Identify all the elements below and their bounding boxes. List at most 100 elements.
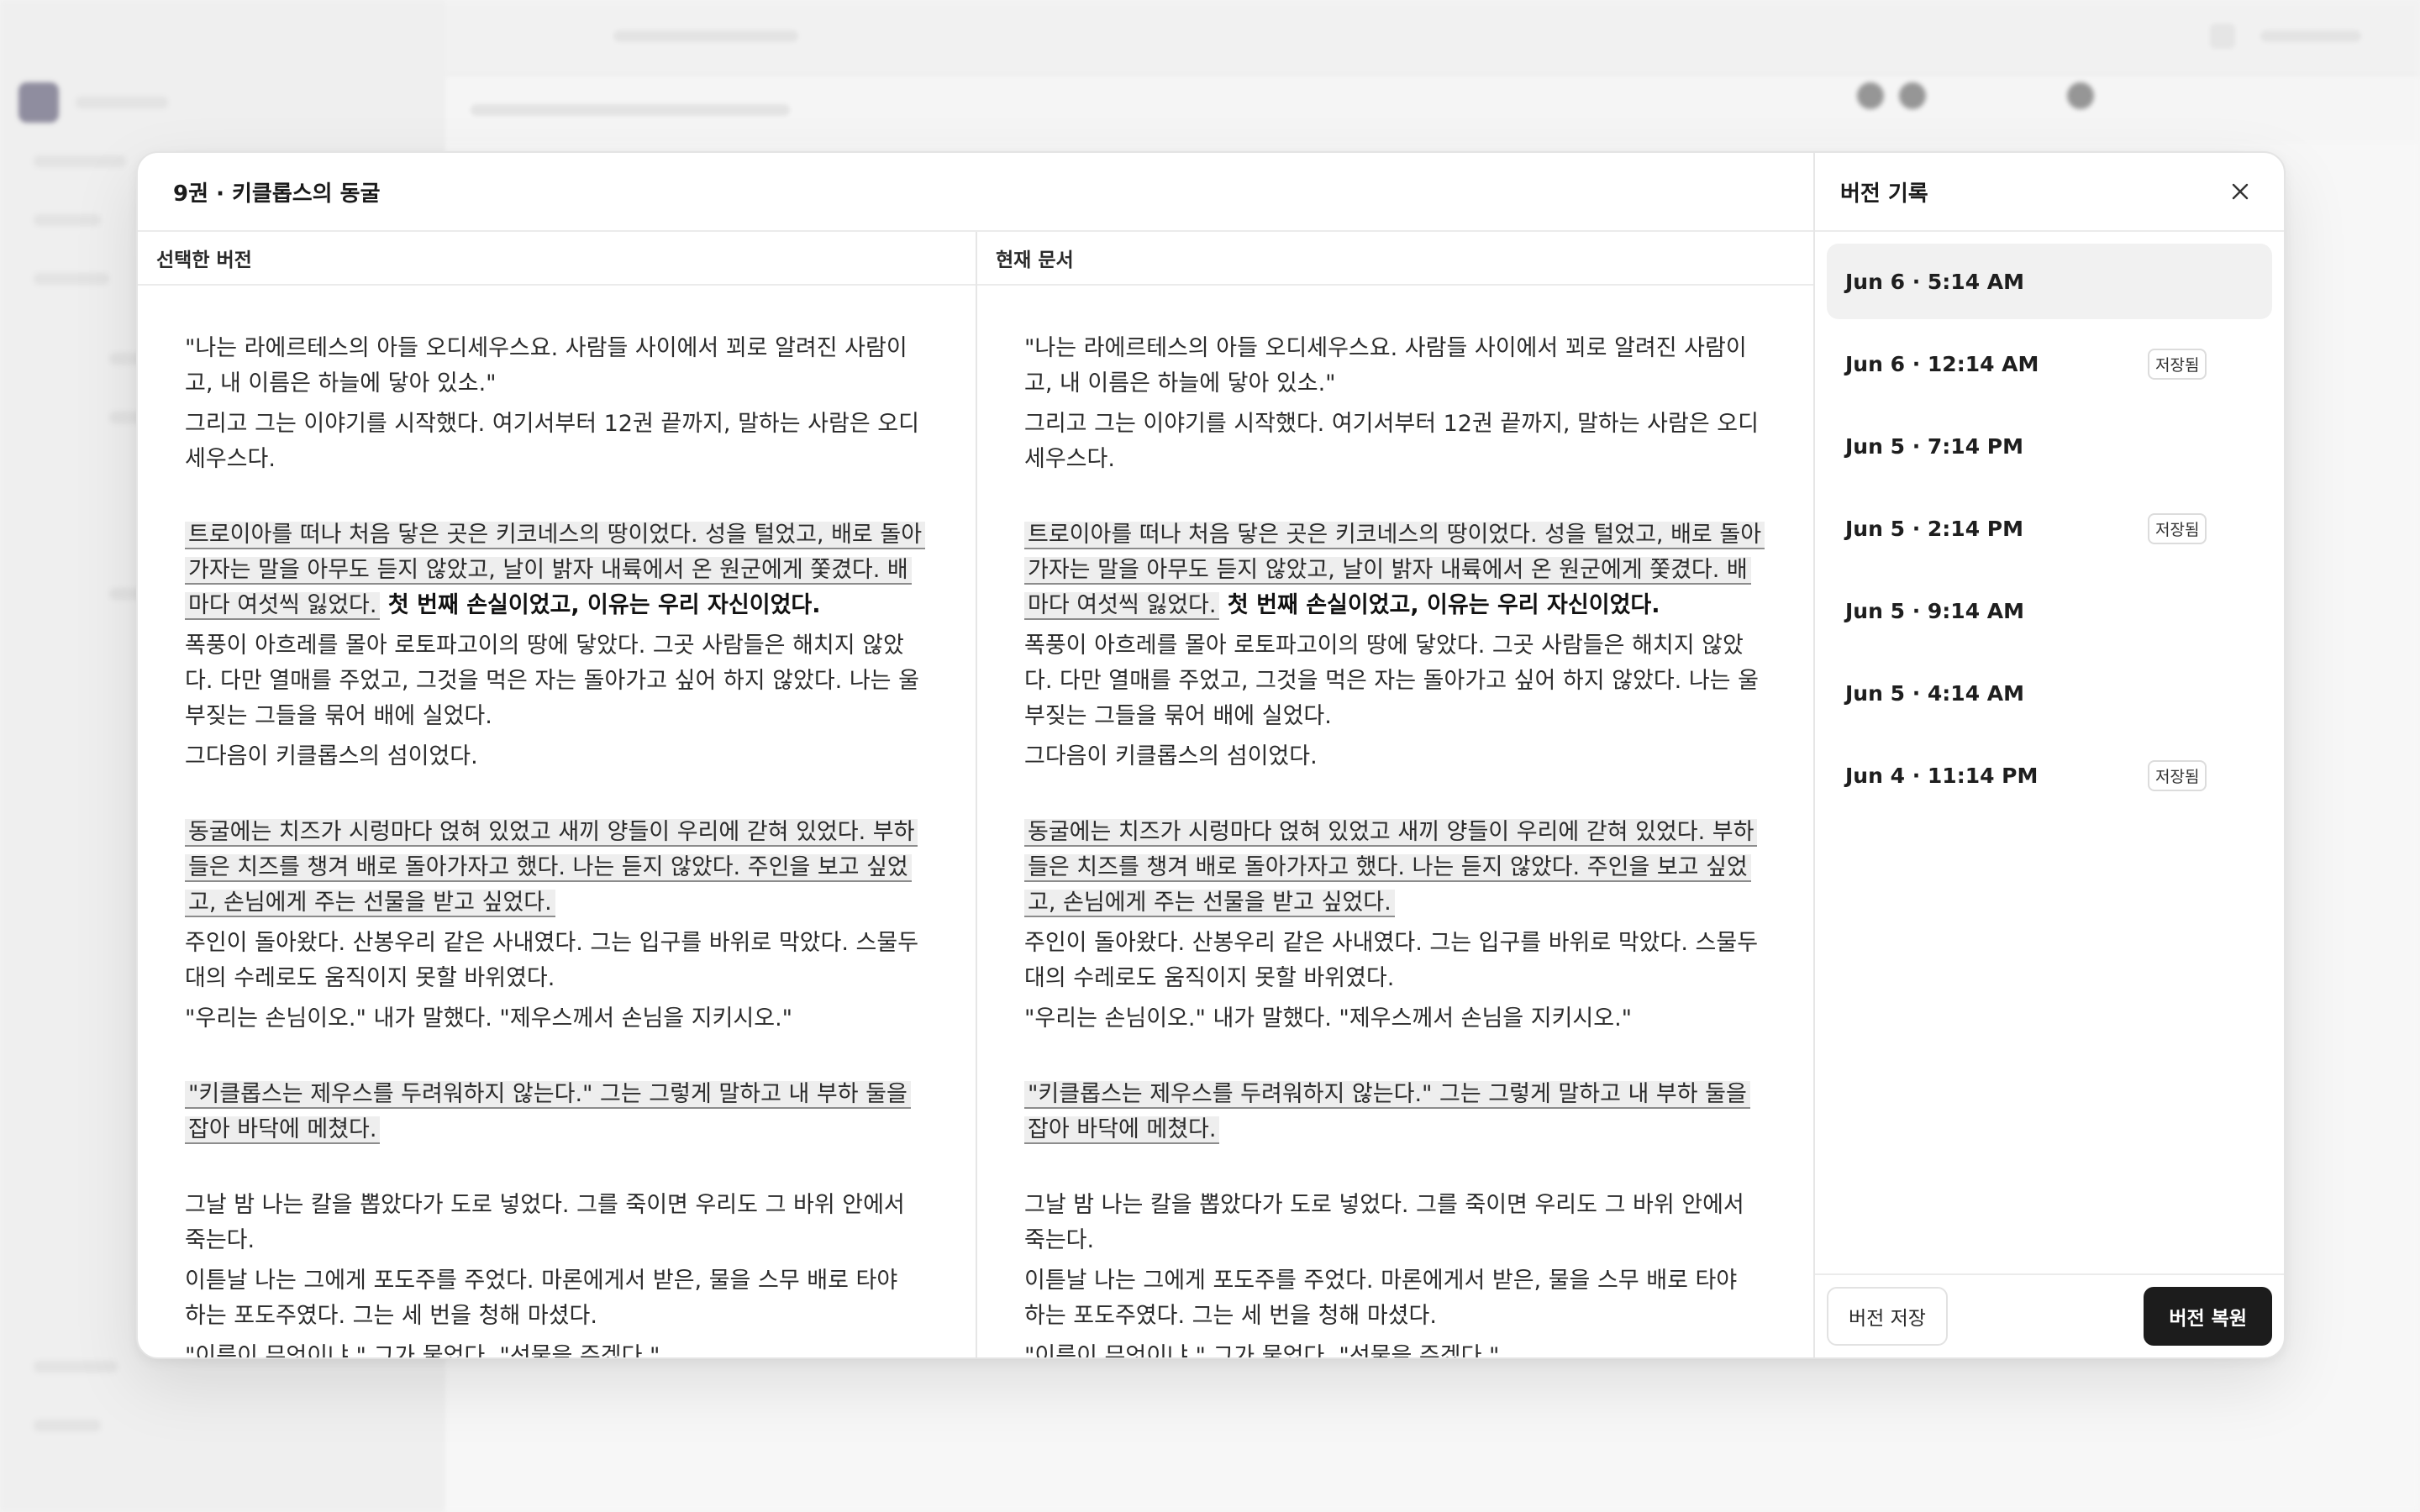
changed-text-highlight: 동굴에는 치즈가 시렁마다 얹혀 있었고 새끼 양들이 우리에 갇혀 있었다. … — [1024, 819, 1758, 917]
paragraph-text: 그리고 그는 이야기를 시작했다. 여기서부터 12권 끝까지, 말하는 사람은… — [1024, 411, 1759, 472]
paragraph-text: 주인이 돌아왔다. 산봉우리 같은 사내였다. 그는 입구를 바위로 막았다. … — [1024, 930, 1759, 991]
version-history-modal: 9권 · 키클롭스의 동굴 선택한 버전 "나는 라에르테스의 아들 오디세우스… — [136, 151, 2286, 1359]
paragraph-text: 그다음이 키클롭스의 섬이었다. — [185, 743, 478, 769]
changed-text-highlight: 동굴에는 치즈가 시렁마다 얹혀 있었고 새끼 양들이 우리에 갇혀 있었다. … — [185, 819, 918, 917]
column-body: "나는 라에르테스의 아들 오디세우스요. 사람들 사이에서 꾀로 알려진 사람… — [977, 286, 1813, 1357]
document-paragraph: "이름이 무엇이냐." 그가 물었다. "선물을 주겠다." — [1024, 1339, 1763, 1357]
saved-badge: 저장됨 — [2148, 348, 2207, 380]
paragraph-text: 그리고 그는 이야기를 시작했다. 여기서부터 12권 끝까지, 말하는 사람은… — [185, 411, 919, 472]
background-line — [613, 30, 798, 42]
close-icon[interactable] — [2222, 173, 2259, 210]
panel-footer: 버전 저장 버전 복원 — [1815, 1273, 2284, 1357]
comparison-pane: 9권 · 키클롭스의 동굴 선택한 버전 "나는 라에르테스의 아들 오디세우스… — [138, 153, 1815, 1357]
version-time: Jun 4 · 11:14 PM — [1845, 763, 2039, 788]
current-document-column: 현재 문서 "나는 라에르테스의 아들 오디세우스요. 사람들 사이에서 꾀로 … — [976, 232, 1813, 1357]
paragraph-text: "우리는 손님이오." 내가 말했다. "제우스께서 손님을 지키시오." — [1024, 1005, 1633, 1032]
document-paragraph: "키클롭스는 제우스를 두려워하지 않는다." 그는 그렇게 말하고 내 부하 … — [1024, 1077, 1763, 1147]
saved-badge: 저장됨 — [2148, 512, 2207, 544]
version-time: Jun 5 · 9:14 AM — [1845, 598, 2025, 623]
document-paragraph: 이튿날 나는 그에게 포도주를 주었다. 마론에게서 받은, 물을 스무 배로 … — [185, 1263, 925, 1334]
document-paragraph: 그날 밤 나는 칼을 뽑았다가 도로 넣었다. 그를 죽이면 우리도 그 바위 … — [1024, 1188, 1763, 1258]
document-paragraph: 이튿날 나는 그에게 포도주를 주었다. 마론에게서 받은, 물을 스무 배로 … — [1024, 1263, 1763, 1334]
document-paragraph: "나는 라에르테스의 아들 오디세우스요. 사람들 사이에서 꾀로 알려진 사람… — [1024, 331, 1763, 402]
version-list: Jun 6 · 5:14 AM Jun 6 · 12:14 AM 저장됨 Jun… — [1815, 232, 2284, 1273]
paragraph-text: "이름이 무엇이냐." 그가 물었다. "선물을 주겠다." — [185, 1343, 660, 1357]
paragraph-text: 그날 밤 나는 칼을 뽑았다가 도로 넣었다. 그를 죽이면 우리도 그 바위 … — [185, 1192, 905, 1253]
document-paragraph: "키클롭스는 제우스를 두려워하지 않는다." 그는 그렇게 말하고 내 부하 … — [185, 1077, 925, 1147]
panel-header: 버전 기록 — [1815, 153, 2284, 232]
panel-title: 버전 기록 — [1840, 181, 1928, 207]
document-paragraph: "이름이 무엇이냐." 그가 물었다. "선물을 주겠다." — [185, 1339, 925, 1357]
background-avatar — [1857, 82, 1884, 109]
document-paragraph: 그다음이 키클롭스의 섬이었다. — [1024, 739, 1763, 774]
version-item[interactable]: Jun 5 · 9:14 AM — [1827, 573, 2272, 648]
bold-text: 첫 번째 손실이었고, 이유는 우리 자신이었다. — [1219, 592, 1660, 618]
restore-version-button[interactable]: 버전 복원 — [2144, 1287, 2272, 1346]
column-body: "나는 라에르테스의 아들 오디세우스요. 사람들 사이에서 꾀로 알려진 사람… — [138, 286, 976, 1357]
comparison-columns: 선택한 버전 "나는 라에르테스의 아들 오디세우스요. 사람들 사이에서 꾀로… — [138, 232, 1813, 1357]
background-line — [34, 214, 101, 226]
background-square — [2210, 24, 2235, 49]
background-line — [2260, 30, 2361, 42]
background-line — [34, 1361, 118, 1373]
background-line — [34, 273, 109, 285]
version-time: Jun 6 · 5:14 AM — [1845, 269, 2025, 294]
modal-header: 9권 · 키클롭스의 동굴 — [138, 153, 1813, 232]
paragraph-text: 그날 밤 나는 칼을 뽑았다가 도로 넣었다. 그를 죽이면 우리도 그 바위 … — [1024, 1192, 1744, 1253]
version-time: Jun 6 · 12:14 AM — [1845, 351, 2039, 376]
saved-badge: 저장됨 — [2148, 759, 2207, 791]
version-item[interactable]: Jun 6 · 12:14 AM 저장됨 — [1827, 326, 2272, 402]
document-paragraph: 트로이아를 떠나 처음 닿은 곳은 키코네스의 땅이었다. 성을 털었고, 배로… — [185, 517, 926, 623]
document-title: 9권 · 키클롭스의 동굴 — [173, 181, 381, 207]
paragraph-text: 이튿날 나는 그에게 포도주를 주었다. 마론에게서 받은, 물을 스무 배로 … — [185, 1268, 898, 1329]
version-time: Jun 5 · 2:14 PM — [1845, 516, 2023, 541]
document-paragraph: "나는 라에르테스의 아들 오디세우스요. 사람들 사이에서 꾀로 알려진 사람… — [185, 331, 925, 402]
save-version-button[interactable]: 버전 저장 — [1827, 1287, 1948, 1346]
paragraph-text: "나는 라에르테스의 아들 오디세우스요. 사람들 사이에서 꾀로 알려진 사람… — [185, 335, 908, 396]
version-item[interactable]: Jun 5 · 4:14 AM — [1827, 655, 2272, 731]
document-paragraph: 그다음이 키클롭스의 섬이었다. — [185, 739, 925, 774]
background-avatar — [1899, 82, 1926, 109]
document-paragraph: 트로이아를 떠나 처음 닿은 곳은 키코네스의 땅이었다. 성을 털었고, 배로… — [1024, 517, 1765, 623]
paragraph-text: 그다음이 키클롭스의 섬이었다. — [1024, 743, 1318, 769]
document-paragraph: 그리고 그는 이야기를 시작했다. 여기서부터 12권 끝까지, 말하는 사람은… — [1024, 407, 1763, 477]
background-line — [471, 104, 790, 116]
changed-text-highlight: "키클롭스는 제우스를 두려워하지 않는다." 그는 그렇게 말하고 내 부하 … — [1024, 1081, 1750, 1144]
paragraph-text: 이튿날 나는 그에게 포도주를 주었다. 마론에게서 받은, 물을 스무 배로 … — [1024, 1268, 1738, 1329]
document-paragraph: 그날 밤 나는 칼을 뽑았다가 도로 넣었다. 그를 죽이면 우리도 그 바위 … — [185, 1188, 925, 1258]
column-header: 현재 문서 — [977, 232, 1813, 286]
background-line — [34, 155, 126, 167]
version-item[interactable]: Jun 5 · 2:14 PM 저장됨 — [1827, 491, 2272, 566]
document-paragraph: 주인이 돌아왔다. 산봉우리 같은 사내였다. 그는 입구를 바위로 막았다. … — [1024, 926, 1763, 996]
version-history-panel: 버전 기록 Jun 6 · 5:14 AM Jun 6 · 12:14 AM 저… — [1815, 153, 2284, 1357]
column-header: 선택한 버전 — [138, 232, 976, 286]
background-toolbar — [445, 76, 2420, 143]
paragraph-text: 폭풍이 아흐레를 몰아 로토파고이의 땅에 닿았다. 그곳 사람들은 해치지 않… — [1024, 633, 1759, 729]
document-paragraph: 폭풍이 아흐레를 몰아 로토파고이의 땅에 닿았다. 그곳 사람들은 해치지 않… — [1024, 628, 1763, 734]
paragraph-text: "나는 라에르테스의 아들 오디세우스요. 사람들 사이에서 꾀로 알려진 사람… — [1024, 335, 1747, 396]
version-time: Jun 5 · 7:14 PM — [1845, 433, 2023, 459]
workspace-logo — [18, 82, 59, 123]
bold-text: 첫 번째 손실이었고, 이유는 우리 자신이었다. — [380, 592, 821, 618]
version-item[interactable]: Jun 6 · 5:14 AM — [1827, 244, 2272, 319]
document-paragraph: 동굴에는 치즈가 시렁마다 얹혀 있었고 새끼 양들이 우리에 갇혀 있었다. … — [1024, 815, 1763, 921]
background-avatar — [2067, 82, 2094, 109]
close-icon-glyph — [2232, 183, 2249, 200]
document-paragraph: 동굴에는 치즈가 시렁마다 얹혀 있었고 새끼 양들이 우리에 갇혀 있었다. … — [185, 815, 925, 921]
paragraph-text: "이름이 무엇이냐." 그가 물었다. "선물을 주겠다." — [1024, 1343, 1500, 1357]
document-paragraph: 주인이 돌아왔다. 산봉우리 같은 사내였다. 그는 입구를 바위로 막았다. … — [185, 926, 925, 996]
background-topbar — [445, 0, 2420, 76]
changed-text-highlight: "키클롭스는 제우스를 두려워하지 않는다." 그는 그렇게 말하고 내 부하 … — [185, 1081, 911, 1144]
version-time: Jun 5 · 4:14 AM — [1845, 680, 2025, 706]
background-line — [34, 1420, 101, 1431]
version-item[interactable]: Jun 5 · 7:14 PM — [1827, 408, 2272, 484]
document-paragraph: 폭풍이 아흐레를 몰아 로토파고이의 땅에 닿았다. 그곳 사람들은 해치지 않… — [185, 628, 925, 734]
selected-version-column: 선택한 버전 "나는 라에르테스의 아들 오디세우스요. 사람들 사이에서 꾀로… — [138, 232, 976, 1357]
document-paragraph: "우리는 손님이오." 내가 말했다. "제우스께서 손님을 지키시오." — [1024, 1001, 1763, 1037]
background-line — [76, 97, 168, 108]
document-paragraph: "우리는 손님이오." 내가 말했다. "제우스께서 손님을 지키시오." — [185, 1001, 925, 1037]
paragraph-text: 주인이 돌아왔다. 산봉우리 같은 사내였다. 그는 입구를 바위로 막았다. … — [185, 930, 919, 991]
version-item[interactable]: Jun 4 · 11:14 PM 저장됨 — [1827, 738, 2272, 813]
paragraph-text: "우리는 손님이오." 내가 말했다. "제우스께서 손님을 지키시오." — [185, 1005, 793, 1032]
document-paragraph: 그리고 그는 이야기를 시작했다. 여기서부터 12권 끝까지, 말하는 사람은… — [185, 407, 925, 477]
